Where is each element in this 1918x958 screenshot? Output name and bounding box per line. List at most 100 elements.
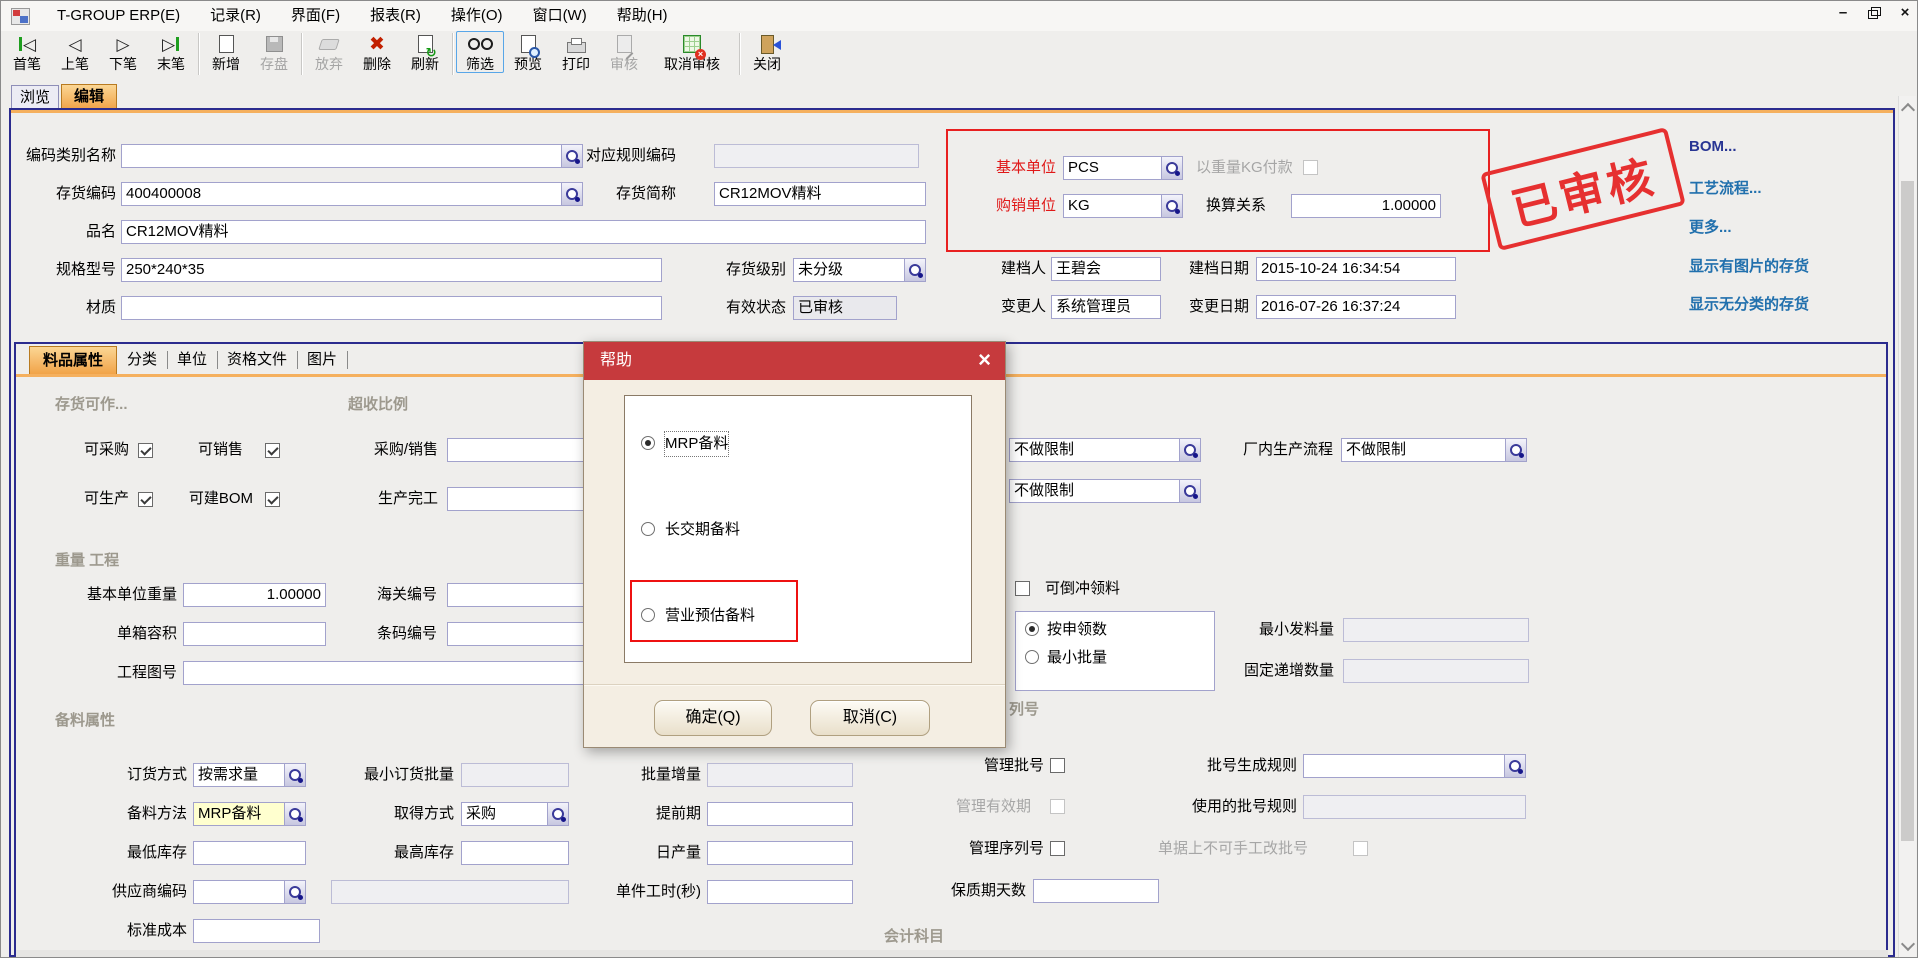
last-record-button[interactable]: ▷ 末笔 <box>147 31 195 73</box>
lead-time-input[interactable] <box>707 802 853 826</box>
tab-edit[interactable]: 编辑 <box>61 84 117 109</box>
lookup-icon[interactable] <box>561 145 582 167</box>
lookup-icon[interactable] <box>1179 439 1200 461</box>
min-stock-input[interactable] <box>193 841 306 865</box>
material-input[interactable] <box>121 296 662 320</box>
std-cost-input[interactable] <box>193 919 320 943</box>
cancel-audit-button[interactable]: × 取消审核 <box>648 31 736 73</box>
inv-code-input[interactable]: 400400008 <box>121 182 583 206</box>
factory-flow-input[interactable]: 不做限制 <box>1341 438 1527 462</box>
next-record-button[interactable]: ▷ 下笔 <box>99 31 147 73</box>
conversion-input[interactable]: 1.00000 <box>1291 194 1441 218</box>
bom-buildable-checkbox[interactable] <box>265 492 280 507</box>
order-mode-input[interactable]: 按需求量 <box>193 763 306 787</box>
option-mrp-radio[interactable] <box>641 436 655 450</box>
daily-output-input[interactable] <box>707 841 853 865</box>
tab-qualification[interactable]: 资格文件 <box>227 347 287 373</box>
add-button[interactable]: 新增 <box>202 31 250 73</box>
menu-help[interactable]: 帮助(H) <box>602 1 683 31</box>
lookup-icon[interactable] <box>904 259 925 281</box>
unit-weight-label: 基本单位重量 <box>61 583 177 607</box>
menu-operation[interactable]: 操作(O) <box>436 1 518 31</box>
batch-rule-input[interactable] <box>1303 754 1526 778</box>
lookup-icon[interactable] <box>547 803 568 825</box>
option-long-lead[interactable]: 长交期备料 <box>625 518 971 542</box>
link-process-flow[interactable]: 工艺流程... <box>1689 177 1762 198</box>
tab-unit[interactable]: 单位 <box>177 347 207 373</box>
print-button[interactable]: 打印 <box>552 31 600 73</box>
manage-serial-checkbox[interactable] <box>1050 841 1065 856</box>
option-mrp[interactable]: MRP备料 <box>625 432 971 456</box>
limit2-input[interactable]: 不做限制 <box>1009 479 1201 503</box>
unit-hours-input[interactable] <box>707 880 853 904</box>
shelf-life-input[interactable] <box>1033 879 1159 903</box>
customs-label: 海关编号 <box>361 583 437 607</box>
tab-item-attributes[interactable]: 料品属性 <box>29 346 117 374</box>
delete-button[interactable]: ✖ 删除 <box>353 31 401 73</box>
close-form-button[interactable]: 关闭 <box>743 31 791 73</box>
lookup-icon[interactable] <box>1161 157 1182 179</box>
product-name-input[interactable]: CR12MOV精料 <box>121 220 926 244</box>
lookup-icon[interactable] <box>284 881 305 903</box>
help-dialog-titlebar[interactable]: 帮助 <box>584 342 1005 380</box>
prev-record-button[interactable]: ◁ 上笔 <box>51 31 99 73</box>
scroll-up-icon[interactable] <box>1901 103 1915 117</box>
lookup-icon[interactable] <box>1161 195 1182 217</box>
menu-interface[interactable]: 界面(F) <box>276 1 355 31</box>
refresh-button[interactable]: ↻ 刷新 <box>401 31 449 73</box>
tab-image[interactable]: 图片 <box>307 347 337 373</box>
trade-unit-input[interactable]: KG <box>1063 194 1183 218</box>
supplier-input[interactable] <box>193 880 306 904</box>
sellable-label: 可销售 <box>181 438 243 462</box>
inv-abbr-input[interactable]: CR12MOV精料 <box>714 182 926 206</box>
lookup-icon[interactable] <box>284 803 305 825</box>
link-bom[interactable]: BOM... <box>1689 138 1737 155</box>
inv-level-input[interactable]: 未分级 <box>793 258 926 282</box>
lookup-icon[interactable] <box>1504 755 1525 777</box>
spec-input[interactable]: 250*240*35 <box>121 258 662 282</box>
option-long-lead-radio[interactable] <box>641 522 655 536</box>
max-stock-input[interactable] <box>461 841 569 865</box>
preview-button[interactable]: 预览 <box>504 31 552 73</box>
limit1-input[interactable]: 不做限制 <box>1009 438 1201 462</box>
link-more[interactable]: 更多... <box>1689 216 1732 237</box>
filter-button[interactable]: 筛选 <box>456 31 504 73</box>
unit-weight-input[interactable]: 1.00000 <box>183 583 326 607</box>
base-unit-input[interactable]: PCS <box>1063 156 1183 180</box>
menu-report[interactable]: 报表(R) <box>355 1 436 31</box>
tab-browse[interactable]: 浏览 <box>11 85 59 109</box>
first-record-button[interactable]: ◁ 首笔 <box>3 31 51 73</box>
purchasable-checkbox[interactable] <box>138 443 153 458</box>
acquire-input[interactable]: 采购 <box>461 802 569 826</box>
sellable-checkbox[interactable] <box>265 443 280 458</box>
scroll-down-icon[interactable] <box>1901 937 1915 951</box>
backflush-checkbox[interactable] <box>1015 581 1030 596</box>
manage-batch-checkbox[interactable] <box>1050 758 1065 773</box>
minimize-icon[interactable]: – <box>1831 3 1855 23</box>
box-volume-input[interactable] <box>183 622 326 646</box>
menu-tgroup-erp[interactable]: T-GROUP ERP(E) <box>42 1 195 31</box>
tab-classification[interactable]: 分类 <box>127 347 157 373</box>
lookup-icon[interactable] <box>1179 480 1200 502</box>
dialog-close-icon[interactable]: × <box>978 342 991 380</box>
cancel-button[interactable]: 取消(C) <box>810 700 930 736</box>
link-show-unclassified[interactable]: 显示无分类的存货 <box>1689 293 1809 314</box>
inv-level-label: 存货级别 <box>691 258 786 282</box>
link-show-with-images[interactable]: 显示有图片的存货 <box>1689 255 1809 276</box>
vertical-scrollbar[interactable] <box>1898 96 1916 958</box>
menu-record[interactable]: 记录(R) <box>195 1 276 31</box>
min-order-label: 最小订货批量 <box>349 763 454 787</box>
by-application-radio[interactable] <box>1025 622 1039 636</box>
spare-method-input[interactable]: MRP备料 <box>193 802 306 826</box>
help-option-list[interactable]: MRP备料 长交期备料 营业预估备料 <box>624 395 972 663</box>
close-icon[interactable]: × <box>1893 3 1917 23</box>
menu-window[interactable]: 窗口(W) <box>518 1 602 31</box>
min-batch-radio[interactable] <box>1025 650 1039 664</box>
ok-button[interactable]: 确定(Q) <box>654 700 772 736</box>
producible-checkbox[interactable] <box>138 492 153 507</box>
scrollbar-thumb[interactable] <box>1901 181 1914 841</box>
lookup-icon[interactable] <box>561 183 582 205</box>
lookup-icon[interactable] <box>1505 439 1526 461</box>
lookup-icon[interactable] <box>284 764 305 786</box>
coding-category-input[interactable] <box>121 144 583 168</box>
